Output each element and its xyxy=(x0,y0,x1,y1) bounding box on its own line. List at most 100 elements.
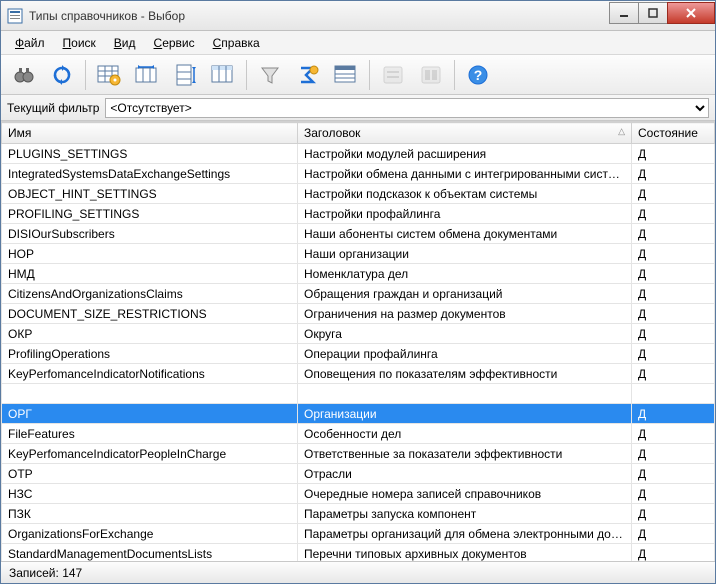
table-row[interactable]: OBJECT_HINT_SETTINGSНастройки подсказок … xyxy=(2,184,715,204)
cell-state: Д xyxy=(632,164,715,184)
table-row[interactable]: НОРНаши организацииД xyxy=(2,244,715,264)
cell-state: Д xyxy=(632,284,715,304)
binoculars-button[interactable] xyxy=(7,59,41,91)
cell-name: DOCUMENT_SIZE_RESTRICTIONS xyxy=(2,304,298,324)
window-controls xyxy=(610,2,715,24)
form-button-2[interactable] xyxy=(414,59,448,91)
help-button[interactable]: ? xyxy=(461,59,495,91)
table-row[interactable]: ПЗКПараметры запуска компонентД xyxy=(2,504,715,524)
table-row[interactable]: PROFILING_SETTINGSНастройки профайлингаД xyxy=(2,204,715,224)
cell-name: НЗС xyxy=(2,484,298,504)
table-row[interactable]: FileFeaturesОсобенности делД xyxy=(2,424,715,444)
cell-title: Ответственные за показатели эффективност… xyxy=(298,444,632,464)
table-row[interactable]: StandardManagementDocumentsListsПеречни … xyxy=(2,544,715,562)
cell-title: Настройки профайлинга xyxy=(298,204,632,224)
table-row[interactable]: ProfilingOperationsОперации профайлингаД xyxy=(2,344,715,364)
cell-title: Операции профайлинга xyxy=(298,344,632,364)
cell-state: Д xyxy=(632,504,715,524)
cell-state: Д xyxy=(632,524,715,544)
grid-layout-button[interactable] xyxy=(206,59,240,91)
records-count: 147 xyxy=(62,566,82,580)
cell-name: PLUGINS_SETTINGS xyxy=(2,144,298,164)
cell-state: Д xyxy=(632,484,715,504)
cell-title: Очередные номера записей справочников xyxy=(298,484,632,504)
filter-select[interactable]: <Отсутствует> xyxy=(105,98,709,118)
cell-title: Настройки обмена данными с интегрированн… xyxy=(298,164,632,184)
table-icon xyxy=(334,65,358,85)
cell-title xyxy=(298,384,632,404)
cell-state: Д xyxy=(632,144,715,164)
cell-title: Наши абоненты систем обмена документами xyxy=(298,224,632,244)
cell-name: ОТР xyxy=(2,464,298,484)
cell-title: Параметры организаций для обмена электро… xyxy=(298,524,632,544)
cell-state: Д xyxy=(632,204,715,224)
cell-state: Д xyxy=(632,304,715,324)
sigma-icon xyxy=(297,64,319,86)
table-row[interactable]: НМДНоменклатура делД xyxy=(2,264,715,284)
menu-search[interactable]: Поиск xyxy=(55,33,104,53)
table-row[interactable]: DOCUMENT_SIZE_RESTRICTIONSОграничения на… xyxy=(2,304,715,324)
cell-state: Д xyxy=(632,184,715,204)
header-row: Имя Заголовок△ Состояние xyxy=(2,123,715,144)
toolbar-separator xyxy=(369,60,370,90)
titlebar: Типы справочников - Выбор xyxy=(1,1,715,31)
status-bar: Записей: 147 xyxy=(1,561,715,583)
table-row[interactable]: НЗСОчередные номера записей справочников… xyxy=(2,484,715,504)
cell-name: ОКР xyxy=(2,324,298,344)
grid-settings-button[interactable] xyxy=(92,59,126,91)
table-view-button[interactable] xyxy=(329,59,363,91)
svg-text:?: ? xyxy=(474,67,483,83)
menu-help[interactable]: Справка xyxy=(205,33,268,53)
minimize-button[interactable] xyxy=(609,2,639,24)
table-row[interactable]: KeyPerfomanceIndicatorPeopleInChargeОтве… xyxy=(2,444,715,464)
table-row[interactable]: ОРГОрганизацииД xyxy=(2,404,715,424)
cell-state: Д xyxy=(632,224,715,244)
maximize-button[interactable] xyxy=(638,2,668,24)
column-header-name[interactable]: Имя xyxy=(2,123,298,144)
refresh-button[interactable] xyxy=(45,59,79,91)
filter-button[interactable] xyxy=(253,59,287,91)
cell-name: НМД xyxy=(2,264,298,284)
table-row[interactable]: KeyPerfomanceIndicatorNotificationsОпове… xyxy=(2,364,715,384)
data-grid[interactable]: Имя Заголовок△ Состояние PLUGINS_SETTING… xyxy=(1,121,715,561)
sum-button[interactable] xyxy=(291,59,325,91)
column-header-state[interactable]: Состояние xyxy=(632,123,715,144)
toolbar-separator xyxy=(454,60,455,90)
app-window: Типы справочников - Выбор Файл Поиск Вид… xyxy=(0,0,716,584)
menu-file[interactable]: Файл xyxy=(7,33,53,53)
column-header-title[interactable]: Заголовок△ xyxy=(298,123,632,144)
menubar: Файл Поиск Вид Сервис Справка xyxy=(1,31,715,55)
table-row[interactable]: ОТРОтраслиД xyxy=(2,464,715,484)
binoculars-icon xyxy=(13,64,35,86)
column-width-button[interactable] xyxy=(130,59,164,91)
cell-title: Организации xyxy=(298,404,632,424)
cell-name: KeyPerfomanceIndicatorNotifications xyxy=(2,364,298,384)
close-icon xyxy=(685,8,697,18)
form-icon xyxy=(382,65,404,85)
table-row[interactable]: CitizensAndOrganizationsClaimsОбращения … xyxy=(2,284,715,304)
cell-state: Д xyxy=(632,344,715,364)
table-row[interactable]: DISIOurSubscribersНаши абоненты систем о… xyxy=(2,224,715,244)
sort-asc-icon: △ xyxy=(618,126,625,137)
row-height-button[interactable] xyxy=(168,59,202,91)
cell-state: Д xyxy=(632,264,715,284)
menu-view[interactable]: Вид xyxy=(106,33,144,53)
table-row[interactable]: IntegratedSystemsDataExchangeSettingsНас… xyxy=(2,164,715,184)
grid-gear-icon xyxy=(97,64,121,86)
table-row[interactable]: PLUGINS_SETTINGSНастройки модулей расшир… xyxy=(2,144,715,164)
toolbar-separator xyxy=(246,60,247,90)
cell-name xyxy=(2,384,298,404)
table-row[interactable]: OrganizationsForExchangeПараметры органи… xyxy=(2,524,715,544)
close-button[interactable] xyxy=(667,2,715,24)
cell-name: FileFeatures xyxy=(2,424,298,444)
table-row[interactable] xyxy=(2,384,715,404)
form-button-1[interactable] xyxy=(376,59,410,91)
cell-title: Особенности дел xyxy=(298,424,632,444)
cell-title: Перечни типовых архивных документов xyxy=(298,544,632,562)
table-row[interactable]: ОКРОкругаД xyxy=(2,324,715,344)
menu-service[interactable]: Сервис xyxy=(146,33,203,53)
cell-name: KeyPerfomanceIndicatorPeopleInCharge xyxy=(2,444,298,464)
cell-title: Оповещения по показателям эффективности xyxy=(298,364,632,384)
cell-state xyxy=(632,384,715,404)
column-width-icon xyxy=(135,64,159,86)
